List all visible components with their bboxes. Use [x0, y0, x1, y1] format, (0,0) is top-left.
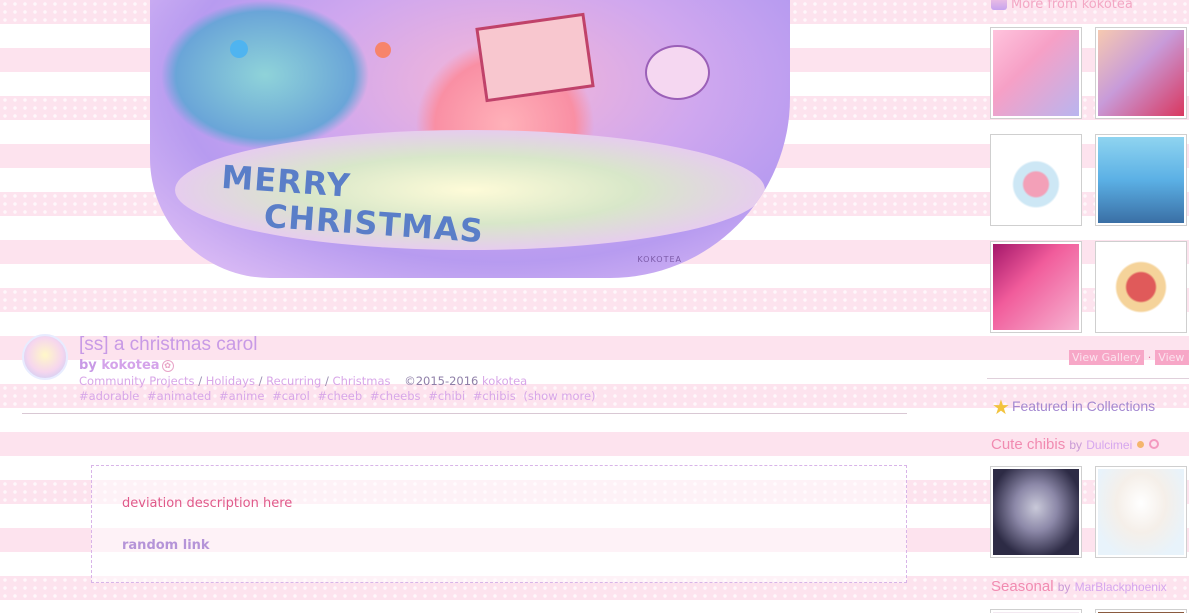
category-separator: /	[325, 374, 329, 388]
tag-link[interactable]: #cheeb	[317, 389, 362, 403]
view-gallery-link[interactable]: View Gallery	[1069, 350, 1144, 365]
author-link[interactable]: kokotea	[101, 358, 159, 373]
category-link[interactable]: Community Projects	[79, 374, 195, 388]
category-separator: /	[198, 374, 203, 388]
tag-link[interactable]: #chibis	[473, 389, 516, 403]
tag-list: #adorable #animated #anime #carol #cheeb…	[79, 389, 600, 403]
gallery-thumbnail[interactable]	[990, 134, 1082, 226]
collection-heading: Cute chibis by Dulcimei	[991, 436, 1160, 453]
description-text: deviation description here	[122, 496, 293, 511]
artist-signature: KOKOTEA	[637, 255, 682, 264]
gallery-thumbnail[interactable]	[990, 241, 1082, 333]
gallery-links: View Gallery·View M	[1065, 350, 1189, 365]
category-link[interactable]: Holidays	[206, 374, 255, 388]
author-avatar[interactable]	[22, 334, 68, 380]
deviation-title[interactable]: [ss] a christmas carol	[79, 334, 257, 356]
category-link[interactable]: Christmas	[333, 374, 391, 388]
mitten	[645, 45, 710, 100]
collection-thumbnail[interactable]	[990, 466, 1082, 558]
gallery-thumbnail[interactable]	[1095, 27, 1187, 119]
by-label: by	[1057, 580, 1071, 594]
collection-owner-link[interactable]: MarBlackphoenix	[1075, 580, 1167, 594]
right-sidebar: More from kokotea View Gallery·View M ★F…	[977, 0, 1189, 613]
category-breadcrumb: Community Projects / Holidays / Recurrin…	[79, 374, 527, 388]
gallery-thumbnail[interactable]	[1095, 241, 1187, 333]
tag-link[interactable]: #anime	[219, 389, 264, 403]
tree-shape	[160, 0, 370, 150]
description-link[interactable]: random link	[122, 538, 210, 553]
header-divider	[22, 413, 907, 414]
by-label: by	[79, 358, 97, 373]
collection-heading: Seasonal by MarBlackphoenix	[991, 578, 1167, 595]
tag-link[interactable]: #adorable	[79, 389, 139, 403]
gallery-thumbnail[interactable]	[990, 27, 1082, 119]
collection-thumbnail[interactable]	[1095, 609, 1187, 613]
sidebar-divider	[987, 378, 1189, 379]
collection-name[interactable]: Cute chibis	[991, 436, 1065, 453]
tag-link[interactable]: #carol	[272, 389, 310, 403]
category-link[interactable]: Recurring	[266, 374, 321, 388]
ornament	[375, 42, 391, 58]
copyright-text: ©2015-2016	[404, 374, 479, 388]
gallery-thumbnail[interactable]	[1095, 134, 1187, 226]
featured-heading: ★ Featured in Collections	[992, 397, 1156, 419]
member-badge-icon: ✿	[161, 360, 174, 372]
tag-link[interactable]: #chibi	[428, 389, 465, 403]
tag-link[interactable]: #animated	[147, 389, 211, 403]
by-label: by	[1069, 438, 1083, 452]
collection-thumbnail[interactable]	[990, 609, 1082, 613]
ornament	[230, 40, 248, 58]
copyright-owner-link[interactable]: kokotea	[482, 374, 527, 388]
collection-thumbnail[interactable]	[1095, 466, 1187, 558]
gallery-icon	[991, 0, 1007, 10]
deviation-artwork[interactable]: MERRY CHRISTMAS KOKOTEA	[150, 0, 790, 278]
songbook	[475, 12, 595, 103]
collection-name[interactable]: Seasonal	[991, 578, 1054, 595]
collection-owner-link[interactable]: Dulcimei	[1086, 438, 1132, 452]
status-dot-icon	[1137, 441, 1145, 448]
star-icon: ★	[992, 397, 1010, 419]
view-more-link[interactable]: View M	[1155, 350, 1189, 365]
tag-link[interactable]: #cheebs	[370, 389, 421, 403]
link-separator: ·	[1147, 351, 1152, 364]
show-more-link[interactable]: (show more)	[523, 389, 595, 403]
byline: by kokotea ✿	[79, 358, 174, 373]
description-box: deviation description here random link	[91, 465, 907, 583]
member-badge-icon	[1149, 439, 1160, 449]
category-separator: /	[258, 374, 263, 388]
more-from-heading[interactable]: More from kokotea	[991, 0, 1133, 12]
